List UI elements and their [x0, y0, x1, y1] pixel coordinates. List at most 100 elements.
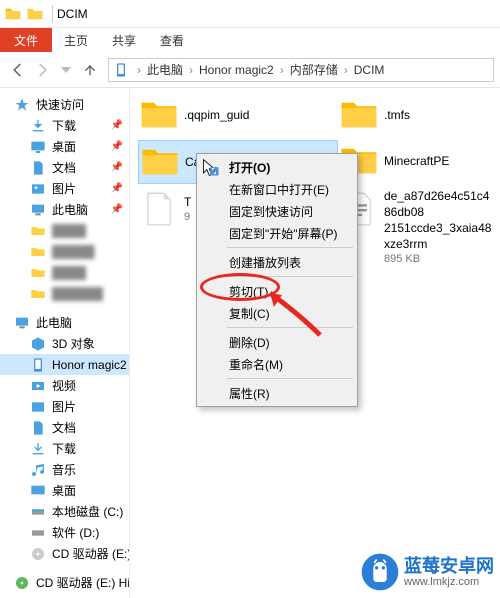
ctx-rename[interactable]: 重命名(M) — [199, 353, 355, 375]
sidebar-item-blurred[interactable]: ████ — [0, 262, 129, 283]
nav-up-button[interactable] — [78, 58, 102, 82]
folder-icon — [30, 223, 46, 239]
sidebar-item-cd[interactable]: CD 驱动器 (E:) HiSi — [0, 543, 129, 564]
sidebar-item-downloads[interactable]: 下载 — [0, 438, 129, 459]
ctx-pin-quick[interactable]: 固定到快速访问 — [199, 200, 355, 222]
ctx-properties[interactable]: 属性(R) — [199, 382, 355, 404]
ctx-cut[interactable]: 剪切(T) — [199, 280, 355, 302]
watermark-url: www.lmkjz.com — [404, 576, 494, 588]
sidebar-quick-access[interactable]: 快速访问 — [0, 94, 129, 115]
address-bar: › 此电脑 › Honor magic2 › 内部存储 › DCIM — [0, 52, 500, 88]
chevron-right-icon: › — [276, 63, 288, 77]
context-menu: 打开(O) 在新窗口中打开(E) 固定到快速访问 固定到"开始"屏幕(P) 创建… — [196, 153, 358, 407]
download-icon — [30, 118, 46, 134]
sidebar-item-label: 下载 — [52, 440, 76, 457]
ctx-label: 删除(D) — [229, 334, 270, 351]
download-icon — [30, 441, 46, 457]
sidebar-item-label: 本地磁盘 (C:) — [52, 503, 123, 520]
sidebar-item-documents[interactable]: 文档 — [0, 417, 129, 438]
sidebar-item-label: CD 驱动器 (E:) HiSi — [52, 545, 129, 562]
crumb-folder[interactable]: DCIM — [352, 63, 387, 77]
ribbon-tab-share[interactable]: 共享 — [100, 28, 148, 52]
folder-icon — [30, 244, 46, 260]
file-item-file[interactable]: de_a87d26e4c51c486db08 2151ccde3_3xaia48… — [338, 188, 498, 266]
window-titlebar: DCIM — [0, 0, 500, 28]
sidebar-item-cd-root[interactable]: CD 驱动器 (E:) HiSui — [0, 572, 129, 593]
sidebar-item-phone[interactable]: Honor magic2 — [0, 354, 129, 375]
docs-icon — [30, 160, 46, 176]
nav-back-button[interactable] — [6, 58, 30, 82]
sidebar-item-blurred[interactable]: ████ — [0, 220, 129, 241]
file-name: .qqpim_guid — [184, 107, 249, 123]
sidebar-item-label: 图片 — [52, 180, 76, 197]
sidebar-item-thispc[interactable]: 此电脑 📌 — [0, 199, 129, 220]
sidebar-item-blurred[interactable]: █████ — [0, 241, 129, 262]
file-item-folder[interactable]: MinecraftPE — [338, 140, 498, 184]
ctx-sep — [227, 327, 353, 328]
sidebar-item-documents[interactable]: 文档 📌 — [0, 157, 129, 178]
folder-icon — [138, 94, 180, 136]
phone-icon — [30, 357, 46, 373]
video-icon — [30, 378, 46, 394]
sidebar-item-drive-c[interactable]: 本地磁盘 (C:) — [0, 501, 129, 522]
sidebar-item-videos[interactable]: 视频 — [0, 375, 129, 396]
folder-icon — [139, 141, 181, 183]
ctx-copy[interactable]: 复制(C) — [199, 302, 355, 324]
sidebar-item-desktop[interactable]: 桌面 — [0, 480, 129, 501]
nav-sidebar: 快速访问 下载 📌 桌面 📌 文档 📌 图片 📌 — [0, 88, 130, 598]
watermark-logo-icon — [360, 552, 400, 592]
ctx-create-playlist[interactable]: 创建播放列表 — [199, 251, 355, 273]
crumb-storage[interactable]: 内部存储 — [288, 61, 340, 78]
sidebar-item-pictures[interactable]: 图片 📌 — [0, 178, 129, 199]
folder-icon — [30, 265, 46, 281]
desktop-icon — [30, 483, 46, 499]
sidebar-item-music[interactable]: 音乐 — [0, 459, 129, 480]
ctx-label: 重命名(M) — [229, 356, 283, 373]
sidebar-item-label: 此电脑 — [36, 314, 72, 331]
file-icon — [138, 188, 180, 230]
nav-recent-dropdown[interactable] — [54, 58, 78, 82]
ctx-open-new-window[interactable]: 在新窗口中打开(E) — [199, 178, 355, 200]
ribbon-tab-view[interactable]: 查看 — [148, 28, 196, 52]
sidebar-item-pictures[interactable]: 图片 — [0, 396, 129, 417]
sidebar-item-label: CD 驱动器 (E:) HiSui — [36, 574, 129, 591]
ctx-delete[interactable]: 删除(D) — [199, 331, 355, 353]
sidebar-item-desktop[interactable]: 桌面 📌 — [0, 136, 129, 157]
watermark: 蓝莓安卓网 www.lmkjz.com — [360, 552, 494, 592]
ribbon-file-tab[interactable]: 文件 — [0, 28, 52, 52]
ctx-label: 创建播放列表 — [229, 254, 301, 271]
sidebar-item-label: Honor magic2 — [52, 358, 127, 372]
nav-forward-button[interactable] — [30, 58, 54, 82]
pics-icon — [30, 181, 46, 197]
file-sub: 9 — [184, 210, 191, 224]
sidebar-item-blurred[interactable]: ██████ — [0, 283, 129, 304]
breadcrumb-bar[interactable]: › 此电脑 › Honor magic2 › 内部存储 › DCIM — [108, 58, 494, 82]
ribbon-tab-home[interactable]: 主页 — [52, 28, 100, 52]
crumb-device[interactable]: Honor magic2 — [197, 63, 276, 77]
ctx-pin-start[interactable]: 固定到"开始"屏幕(P) — [199, 222, 355, 244]
sidebar-item-drive-d[interactable]: 软件 (D:) — [0, 522, 129, 543]
sidebar-item-label: 3D 对象 — [52, 335, 95, 352]
ctx-label: 固定到快速访问 — [229, 203, 313, 220]
ctx-open[interactable]: 打开(O) — [199, 156, 355, 178]
pin-icon: 📌 — [111, 141, 123, 152]
music-icon — [30, 462, 46, 478]
file-sub: 895 KB — [384, 252, 494, 266]
chevron-right-icon: › — [340, 63, 352, 77]
file-name: MinecraftPE — [384, 153, 449, 169]
ctx-label: 属性(R) — [229, 385, 270, 402]
titlebar-sep — [52, 5, 53, 23]
file-item-folder[interactable]: .qqpim_guid — [138, 94, 338, 136]
sidebar-item-label: 桌面 — [52, 482, 76, 499]
crumb-thispc[interactable]: 此电脑 — [145, 61, 185, 78]
file-item-folder[interactable]: .tmfs — [338, 94, 498, 136]
sidebar-this-pc[interactable]: 此电脑 — [0, 312, 129, 333]
pin-icon: 📌 — [111, 183, 123, 194]
drive-icon — [30, 525, 46, 541]
sidebar-item-downloads[interactable]: 下载 📌 — [0, 115, 129, 136]
sidebar-item-3d[interactable]: 3D 对象 — [0, 333, 129, 354]
watermark-title: 蓝莓安卓网 — [404, 556, 494, 576]
ctx-label: 剪切(T) — [229, 283, 268, 300]
pics-icon — [30, 399, 46, 415]
ctx-sep — [227, 276, 353, 277]
